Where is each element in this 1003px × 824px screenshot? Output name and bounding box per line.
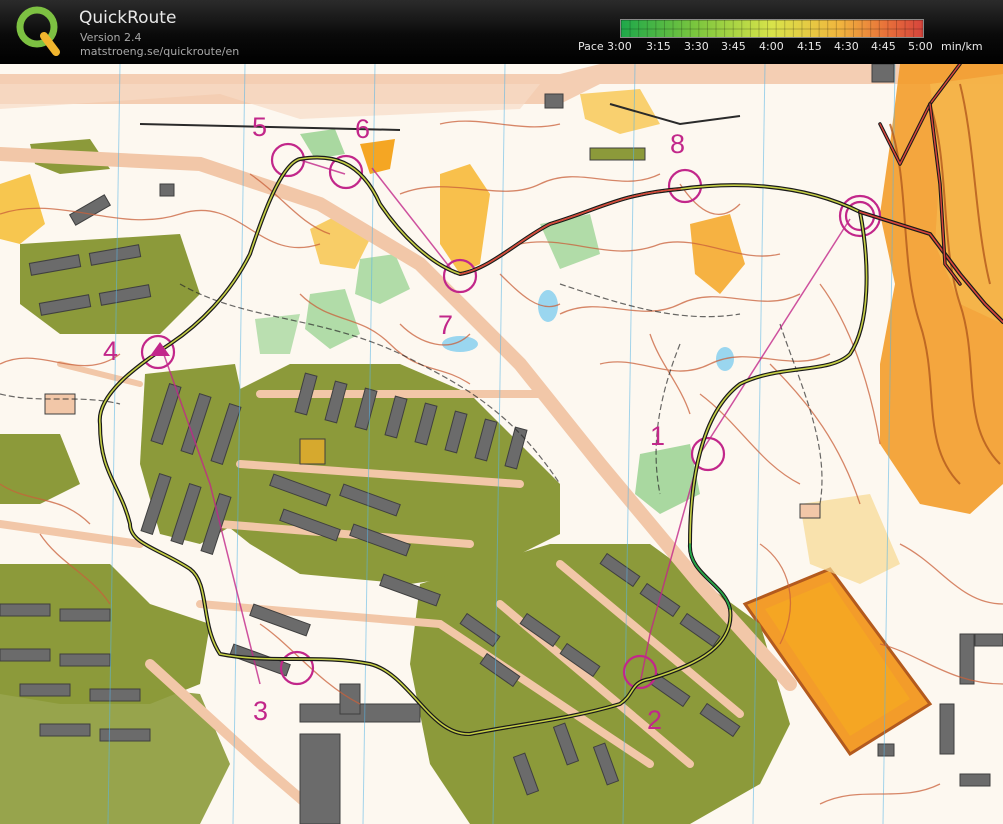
pace-tick-7: 4:30 bbox=[834, 40, 859, 53]
pace-color-bar bbox=[620, 19, 924, 38]
control-label-1: 1 bbox=[650, 421, 665, 451]
control-label-3: 3 bbox=[253, 696, 268, 726]
pace-tick-4: 3:45 bbox=[721, 40, 746, 53]
pace-tick-3: 3:30 bbox=[684, 40, 709, 53]
app-header: QuickRoute Version 2.4 matstroeng.se/qui… bbox=[0, 0, 1003, 64]
pace-tick-6: 4:15 bbox=[797, 40, 822, 53]
control-label-2: 2 bbox=[647, 705, 662, 735]
control-label-7: 7 bbox=[438, 310, 453, 340]
pace-tick-8: 4:45 bbox=[871, 40, 896, 53]
orienteering-map[interactable]: 1 2 3 4 5 6 7 8 bbox=[0, 64, 1003, 824]
control-label-4: 4 bbox=[103, 336, 118, 366]
pace-tick-5: 4:00 bbox=[759, 40, 784, 53]
pace-label: Pace bbox=[578, 40, 604, 53]
control-label-5: 5 bbox=[252, 112, 267, 142]
pace-tick-9: 5:00 bbox=[908, 40, 933, 53]
app-url[interactable]: matstroeng.se/quickroute/en bbox=[80, 45, 239, 58]
control-label-6: 6 bbox=[355, 114, 370, 144]
pace-tick-1: 3:00 bbox=[607, 40, 632, 53]
app-version: Version 2.4 bbox=[80, 31, 142, 44]
app-title: QuickRoute bbox=[79, 8, 177, 28]
pace-tick-2: 3:15 bbox=[646, 40, 671, 53]
control-label-8: 8 bbox=[670, 129, 685, 159]
quickroute-logo-icon bbox=[16, 6, 60, 56]
pace-unit: min/km bbox=[941, 40, 983, 53]
